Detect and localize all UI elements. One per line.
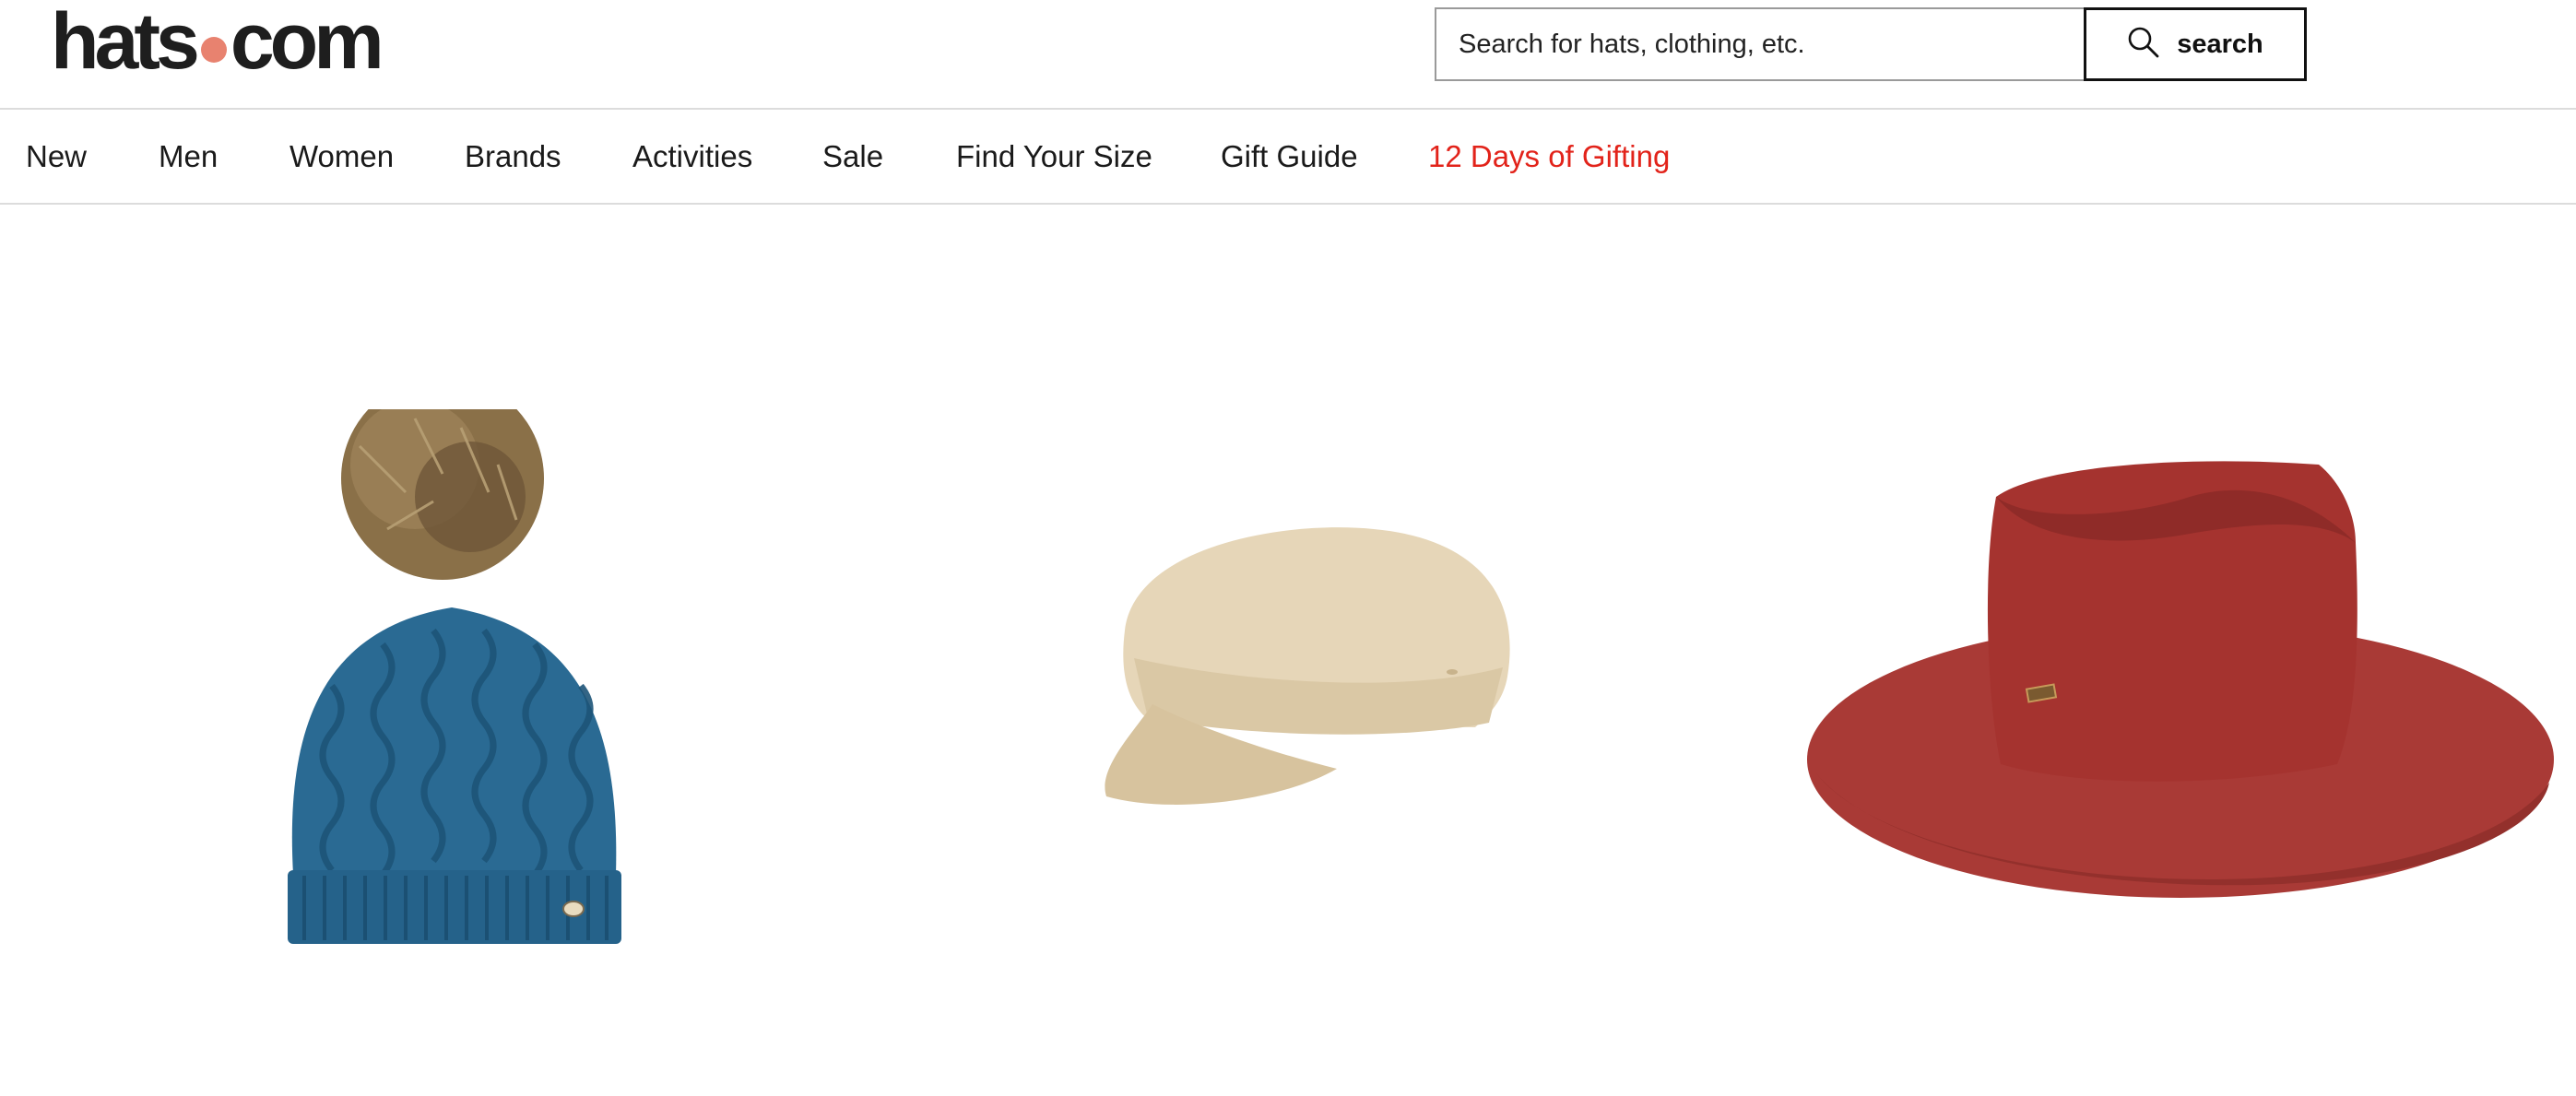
product-card-fedora[interactable] [1802, 460, 2554, 902]
search-button[interactable]: search [2084, 7, 2307, 81]
beige-cap-image [1105, 527, 1510, 805]
site-logo[interactable]: hats com [51, 0, 384, 86]
nav-item-activities[interactable]: Activities [632, 110, 752, 203]
search-bar: search [1435, 7, 2310, 81]
product-grid [0, 206, 2576, 1040]
product-card-beanie[interactable] [277, 377, 636, 1091]
nav-item-men[interactable]: Men [159, 110, 218, 203]
nav-item-brands[interactable]: Brands [465, 110, 561, 203]
logo-text-right: com [230, 0, 384, 86]
site-header: hats com search [0, 0, 2576, 107]
blue-beanie-image [288, 377, 621, 944]
logo-text-left: hats [51, 0, 200, 86]
nav-item-new[interactable]: New [26, 110, 87, 203]
nav-item-sale[interactable]: Sale [822, 110, 883, 203]
main-nav: New Men Women Brands Activities Sale Fin… [0, 108, 2576, 205]
search-icon [2127, 26, 2160, 64]
nav-item-women[interactable]: Women [290, 110, 394, 203]
red-fedora-image [1807, 461, 2554, 898]
logo-dot-icon [200, 37, 227, 63]
search-button-label: search [2177, 29, 2263, 59]
search-input[interactable] [1435, 7, 2107, 81]
nav-item-find-your-size[interactable]: Find Your Size [956, 110, 1152, 203]
product-card-newsboy-cap[interactable] [1097, 520, 1521, 815]
nav-item-12-days-of-gifting[interactable]: 12 Days of Gifting [1428, 110, 1670, 203]
nav-item-gift-guide[interactable]: Gift Guide [1221, 110, 1358, 203]
